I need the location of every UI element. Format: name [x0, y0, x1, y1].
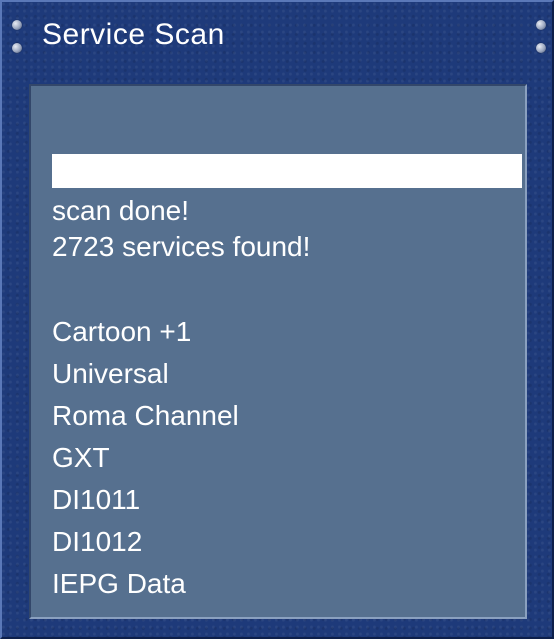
screw-icon: [12, 43, 22, 53]
scan-status-text: scan done!: [52, 195, 189, 226]
scan-progress-fill: [52, 154, 522, 188]
screw-icon: [536, 20, 546, 30]
title-bar: Service Scan: [2, 2, 552, 66]
service-item: DI1012: [52, 526, 143, 557]
service-item: Roma Channel: [52, 400, 239, 431]
service-scan-window: Service Scan scan done! 2723 services fo…: [0, 0, 554, 639]
found-services-list: Cartoon +1 Universal Roma Channel GXT DI…: [52, 311, 239, 605]
service-item: GXT: [52, 442, 110, 473]
service-item: Universal: [52, 358, 169, 389]
service-item: Cartoon +1: [52, 316, 192, 347]
screw-icon: [536, 43, 546, 53]
window-title: Service Scan: [42, 18, 225, 51]
service-item: IEPG Data: [52, 568, 186, 599]
scan-progress-bar: [52, 154, 522, 188]
scan-panel: scan done! 2723 services found! Cartoon …: [29, 84, 527, 619]
service-item: DI1011: [52, 484, 141, 515]
services-found-text: 2723 services found!: [52, 231, 311, 262]
screw-icon: [12, 20, 22, 30]
